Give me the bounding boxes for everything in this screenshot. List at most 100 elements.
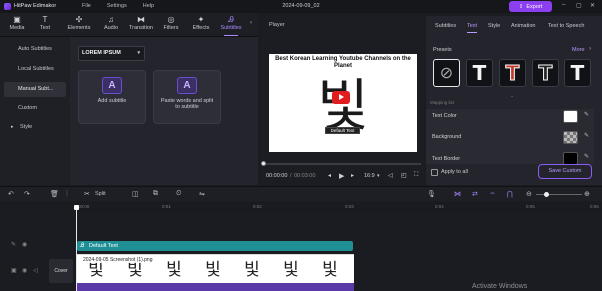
chevron-down-icon[interactable]: ⌄ — [510, 93, 514, 99]
video-clip[interactable]: 빛 빛 빛 빛 빛 빛 빛 2024-09-05 Screenshot (1).… — [77, 254, 354, 291]
add-subtitle-card[interactable]: A Add subtitle — [78, 70, 146, 124]
transition-icon: ⧓ — [137, 15, 145, 24]
clip-thumbnail: 빛 — [205, 260, 221, 280]
preset-red-t[interactable]: T — [499, 59, 526, 87]
tool-text[interactable]: T Text — [32, 15, 58, 31]
nav-style[interactable]: ▸ Style — [4, 120, 66, 135]
playhead[interactable] — [76, 206, 77, 291]
clip-thumbnail: 빛 — [244, 260, 260, 280]
chevron-right-icon[interactable]: › — [250, 20, 252, 26]
nav-custom[interactable]: Custom — [4, 101, 66, 116]
divider: | — [66, 190, 68, 197]
tool-media[interactable]: ▣ Media — [4, 15, 30, 31]
eyedropper-icon[interactable]: ✎ — [584, 132, 589, 139]
track-icon[interactable]: ⇔ — [489, 190, 496, 197]
text-color-swatch[interactable] — [563, 110, 578, 123]
clip-thumbnail: 빛 — [283, 260, 299, 280]
text-clip[interactable]: Ꭿ Default Text — [77, 241, 353, 251]
dropdown-value: LOREM IPSUM — [82, 50, 121, 56]
eyedropper-icon[interactable]: ✎ — [584, 111, 589, 118]
text-clip-icon: Ꭿ — [80, 243, 85, 249]
speed-icon[interactable]: ⏲ — [176, 190, 181, 198]
close-icon[interactable]: ✕ — [590, 2, 595, 9]
export-button[interactable]: ⇪ Export — [509, 1, 552, 12]
nav-manual-subtitles[interactable]: Manual Subt... — [4, 82, 66, 97]
tab-text[interactable]: Text — [467, 23, 478, 33]
preview-canvas[interactable]: Best Korean Learning Youtube Channels on… — [269, 54, 417, 152]
zoom-slider[interactable] — [536, 192, 582, 197]
zoom-slider-handle[interactable] — [544, 192, 549, 197]
effects-icon: ✦ — [197, 15, 205, 24]
timeline-toolbar: ↶ ↷ 🗑 | ✂ Split ◫ ⧉ ⏲ ⇋ 🎙 ⋈ ⇄ ⇔ ⋂ ⊖ ⊕ — [0, 186, 602, 201]
tool-transition[interactable]: ⧓ Transition — [128, 15, 154, 31]
split-button[interactable]: Split — [95, 191, 106, 197]
zoom-in-icon[interactable]: ⊕ — [584, 190, 590, 198]
tool-subtitles[interactable]: Ꭿ Subtitles — [218, 15, 244, 36]
media-icon: ▣ — [13, 15, 21, 24]
background-swatch[interactable] — [563, 131, 578, 144]
subtitle-overlay[interactable]: Default Text — [325, 127, 360, 134]
chevron-right-icon: › — [589, 46, 591, 52]
snapshot-icon[interactable]: ◰ — [401, 172, 407, 179]
track-lock-icon[interactable]: ▣ — [11, 267, 17, 274]
scrubber-handle[interactable] — [261, 161, 266, 166]
snap-icon[interactable]: ⋈ — [454, 190, 461, 198]
aspect-ratio-select[interactable]: 16:9 — [364, 173, 375, 179]
track-visibility-icon[interactable]: ◉ — [22, 267, 27, 274]
tool-elements[interactable]: ✣ Elements — [66, 15, 92, 31]
fullscreen-icon[interactable]: ⛶ — [414, 172, 418, 179]
save-custom-button[interactable]: Save Custom — [538, 164, 592, 179]
freeze-icon[interactable]: ◫ — [132, 190, 139, 198]
apply-all-checkbox[interactable] — [431, 169, 438, 176]
tool-label: Media — [9, 25, 25, 31]
tool-audio[interactable]: ♫ Audio — [98, 15, 124, 31]
mapping-list-label: Mapping list — [430, 100, 455, 105]
preset-bold-t[interactable]: T — [564, 59, 591, 87]
zoom-out-icon[interactable]: ⊖ — [526, 190, 532, 198]
track-edit-icon[interactable]: ✎ — [11, 241, 16, 248]
title-bar: HitPaw Edimakor File Settings Help 2024-… — [0, 0, 602, 13]
playhead-handle[interactable] — [74, 205, 79, 210]
tab-subtitles[interactable]: Subtitles — [435, 23, 456, 29]
preset-none[interactable]: ⊘ — [433, 59, 460, 87]
tab-text-to-speech[interactable]: Text to Speech — [548, 23, 584, 29]
tab-animation[interactable]: Animation — [511, 23, 535, 29]
microphone-icon[interactable]: 🎙 — [427, 190, 436, 198]
cover-button[interactable]: Cover — [49, 259, 73, 283]
ruler-tick: 0:01 — [162, 204, 171, 209]
eyedropper-icon[interactable]: ✎ — [584, 153, 589, 160]
tool-filters[interactable]: ◎ Filters — [158, 15, 184, 31]
tool-effects[interactable]: ✦ Effects — [188, 15, 214, 31]
link-icon[interactable]: ⇄ — [472, 190, 478, 198]
nav-local-subtitles[interactable]: Local Subtitles — [4, 62, 66, 77]
crop-icon[interactable]: ⧉ — [153, 190, 158, 198]
player-title: Player — [269, 22, 285, 28]
video-clip-label: 2024-09-05 Screenshot (1).png — [81, 257, 155, 263]
undo-icon[interactable]: ↶ — [8, 190, 14, 198]
play-icon[interactable]: ▶ — [339, 172, 344, 180]
magnet-icon[interactable]: ⋂ — [507, 190, 513, 198]
prev-frame-icon[interactable]: ◂ — [328, 172, 331, 179]
preset-t-icon: T — [570, 61, 585, 85]
player-scrubber[interactable] — [261, 161, 421, 166]
font-style-dropdown[interactable]: LOREM IPSUM ▾ — [78, 46, 145, 61]
mirror-icon[interactable]: ⇋ — [199, 190, 205, 198]
split-icon[interactable]: ✂ — [84, 190, 90, 198]
nav-auto-subtitles[interactable]: Auto Subtitles — [4, 42, 66, 57]
subtitle-nav: Auto Subtitles Local Subtitles Manual Su… — [0, 37, 70, 185]
more-presets-link[interactable]: More — [572, 47, 585, 53]
maximize-icon[interactable]: ▢ — [576, 2, 582, 9]
volume-icon[interactable]: ◁ — [388, 172, 393, 179]
minimize-icon[interactable]: – — [562, 2, 565, 8]
paste-words-card[interactable]: A Paste words and split to subtitle — [153, 70, 221, 124]
filters-icon: ◎ — [167, 15, 175, 24]
track-visibility-icon[interactable]: ◉ — [22, 241, 27, 248]
tab-style[interactable]: Style — [488, 23, 500, 29]
preset-outline-t[interactable]: T — [532, 59, 559, 87]
preset-white-t[interactable]: T — [466, 59, 493, 87]
track-mute-icon[interactable]: ◁ — [33, 267, 38, 274]
next-frame-icon[interactable]: ▸ — [351, 172, 354, 179]
redo-icon[interactable]: ↷ — [24, 190, 30, 198]
timeline-ruler[interactable]: 00:00 0:01 0:02 0:03 0:04 0:05 0:06 — [75, 202, 602, 212]
delete-icon[interactable]: 🗑 — [50, 190, 59, 198]
